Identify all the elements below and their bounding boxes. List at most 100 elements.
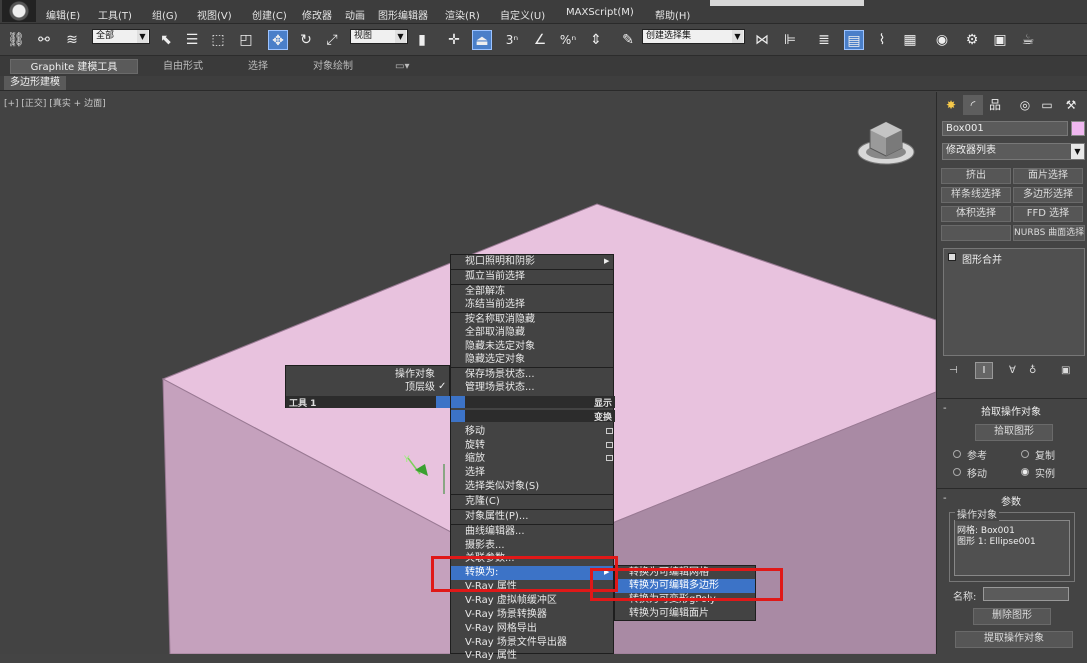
bind-spacewarp-icon[interactable]: ≋ [62, 30, 82, 50]
configure-sets-icon[interactable]: ▣ [1061, 365, 1070, 376]
radio-move[interactable] [953, 468, 961, 476]
menu-item-select-similar[interactable]: 选择类似对象(S) [451, 480, 613, 494]
render-production-icon[interactable]: ☕ [1018, 30, 1038, 50]
mod-button-extrude[interactable]: 挤出 [941, 168, 1011, 184]
rollout-pick-operand-title[interactable]: 拾取操作对象 [981, 403, 1041, 418]
menu-item-scale[interactable]: 缩放 [451, 452, 613, 466]
menu-help[interactable]: 帮助(H) [655, 7, 690, 22]
rect-selection-icon[interactable]: ⬚ [208, 30, 228, 50]
scale-icon[interactable]: ⤢ [322, 30, 342, 50]
settings-box-icon[interactable] [606, 455, 613, 461]
extract-operand-button[interactable]: 提取操作对象 [955, 631, 1073, 648]
mod-button-volume-select[interactable]: 体积选择 [941, 206, 1011, 222]
create-tab-icon[interactable]: ✸ [941, 95, 961, 115]
schematic-view-icon[interactable]: ▦ [900, 30, 920, 50]
menu-item-hide-unselected[interactable]: 隐藏未选定对象 [451, 340, 613, 354]
mod-button-nurbs-select[interactable]: NURBS 曲面选择 [1013, 225, 1085, 241]
operands-list[interactable]: 网格: Box001 图形 1: Ellipse001 [954, 520, 1070, 576]
menu-graph-editors[interactable]: 图形编辑器 [378, 7, 428, 22]
menu-item-vray-properties-2[interactable]: V-Ray 属性 [451, 649, 613, 663]
graphite-toggle-icon[interactable]: ▤ [844, 30, 864, 50]
percent-snap-icon[interactable]: %ⁿ [558, 30, 578, 50]
snaps-toggle-icon[interactable]: 3ⁿ [502, 30, 522, 50]
remove-modifier-icon[interactable]: ♁ [1029, 365, 1036, 376]
render-setup-icon[interactable]: ⚙ [962, 30, 982, 50]
unlink-icon[interactable]: ⚯ [34, 30, 54, 50]
rendered-frame-icon[interactable]: ▣ [990, 30, 1010, 50]
menu-animation[interactable]: 动画 [345, 7, 365, 22]
spinner-snap-icon[interactable]: ⇕ [586, 30, 606, 50]
motion-tab-icon[interactable]: ◎ [1015, 95, 1035, 115]
pin-stack-icon[interactable]: ⊣ [949, 365, 958, 376]
menu-item-unhide-all[interactable]: 全部取消隐藏 [451, 326, 613, 340]
menu-modifiers[interactable]: 修改器 [302, 7, 332, 22]
menu-create[interactable]: 创建(C) [252, 7, 287, 22]
menu-item-clone[interactable]: 克隆(C) [451, 495, 613, 509]
menu-tools[interactable]: 工具(T) [98, 7, 132, 22]
menu-maxscript[interactable]: MAXScript(M) [566, 7, 634, 18]
move-icon[interactable]: ✥ [268, 30, 288, 50]
object-color-swatch[interactable] [1071, 121, 1085, 136]
operand-item[interactable]: 图形 1: Ellipse001 [957, 534, 1036, 547]
selection-filter-dropdown[interactable]: 全部 ▼ [92, 29, 150, 44]
mod-button-spline-select[interactable]: 样条线选择 [941, 187, 1011, 203]
settings-box-icon[interactable] [606, 428, 613, 434]
window-crossing-icon[interactable]: ◰ [236, 30, 256, 50]
radio-instance[interactable] [1021, 468, 1029, 476]
menu-item-select[interactable]: 选择 [451, 466, 613, 480]
menu-item-top-level[interactable]: 顶层级 [286, 381, 449, 395]
menu-item-rotate[interactable]: 旋转 [451, 439, 613, 453]
menu-item-dope-sheet[interactable]: 摄影表... [451, 539, 613, 553]
tab-freeform[interactable]: 自由形式 [163, 59, 203, 74]
link-icon[interactable]: ⛓ [6, 30, 26, 50]
hierarchy-tab-icon[interactable]: 品 [985, 95, 1005, 115]
rollout-toggle-icon[interactable]: - [943, 493, 947, 504]
select-object-icon[interactable]: ⬉ [156, 30, 176, 50]
menu-item-vray-scene-converter[interactable]: V-Ray 场景转换器 [451, 608, 613, 622]
menu-edit[interactable]: 编辑(E) [46, 7, 80, 22]
modifier-stack[interactable]: 图形合并 [943, 248, 1085, 356]
modifier-list-dropdown[interactable]: 修改器列表 ▼ [942, 143, 1085, 160]
menu-item-hide-selection[interactable]: 隐藏选定对象 [451, 353, 613, 367]
layer-manager-icon[interactable]: ≣ [814, 30, 834, 50]
select-by-name-icon[interactable]: ☰ [182, 30, 202, 50]
radio-reference[interactable] [953, 450, 961, 458]
material-editor-icon[interactable]: ◉ [932, 30, 952, 50]
show-end-result-icon[interactable]: Ⅰ [975, 362, 993, 379]
menu-item-unhide-by-name[interactable]: 按名称取消隐藏 [451, 313, 613, 327]
tab-polygon-modeling[interactable]: 多边形建模 [4, 76, 66, 90]
object-name-field[interactable]: Box001 [942, 121, 1068, 136]
mod-button-patch-select[interactable]: 面片选择 [1013, 168, 1083, 184]
menu-item-manage-scene-states[interactable]: 管理场景状态... [451, 381, 613, 395]
app-logo-icon[interactable] [2, 0, 36, 22]
menu-group[interactable]: 组(G) [152, 7, 178, 22]
mod-button-ffd-select[interactable]: FFD 选择 [1013, 206, 1083, 222]
select-manipulate-icon[interactable]: ✛ [444, 30, 464, 50]
tab-selection[interactable]: 选择 [248, 59, 268, 74]
rollout-toggle-icon[interactable]: - [943, 403, 947, 414]
menu-item-vray-scene-exporter[interactable]: V-Ray 场景文件导出器 [451, 636, 613, 650]
menu-item-save-scene-state[interactable]: 保存场景状态... [451, 368, 613, 382]
menu-views[interactable]: 视图(V) [197, 7, 232, 22]
mirror-icon[interactable]: ⋈ [752, 30, 772, 50]
utilities-tab-icon[interactable]: ⚒ [1061, 95, 1081, 115]
delete-shape-button[interactable]: 删除图形 [973, 608, 1051, 625]
mod-button-empty[interactable] [941, 225, 1011, 241]
menu-item-convert-editable-patch[interactable]: 转换为可编辑面片 [615, 607, 755, 621]
menu-item-vray-mesh-export[interactable]: V-Ray 网格导出 [451, 622, 613, 636]
angle-snap-icon[interactable]: ∠ [530, 30, 550, 50]
menu-customize[interactable]: 自定义(U) [500, 7, 545, 22]
menu-item-unfreeze-all[interactable]: 全部解冻 [451, 285, 613, 299]
curve-editor-icon[interactable]: ⌇ [872, 30, 892, 50]
reference-coord-dropdown[interactable]: 视图 ▼ [350, 29, 408, 44]
operand-name-field[interactable] [983, 587, 1069, 601]
make-unique-icon[interactable]: ∀ [1009, 365, 1016, 376]
named-selection-dropdown[interactable]: 创建选择集 ▼ [642, 29, 745, 44]
pivot-center-icon[interactable]: ▮ [412, 30, 432, 50]
menu-item-viewport-lighting[interactable]: 视口照明和阴影 [451, 255, 613, 269]
rollout-parameters-title[interactable]: 参数 [1001, 493, 1021, 508]
modify-tab-icon[interactable]: ◜ [963, 95, 983, 115]
menu-item-isolate[interactable]: 孤立当前选择 [451, 270, 613, 284]
menu-item-freeze-selection[interactable]: 冻结当前选择 [451, 298, 613, 312]
pick-shape-button[interactable]: 拾取图形 [975, 424, 1053, 441]
